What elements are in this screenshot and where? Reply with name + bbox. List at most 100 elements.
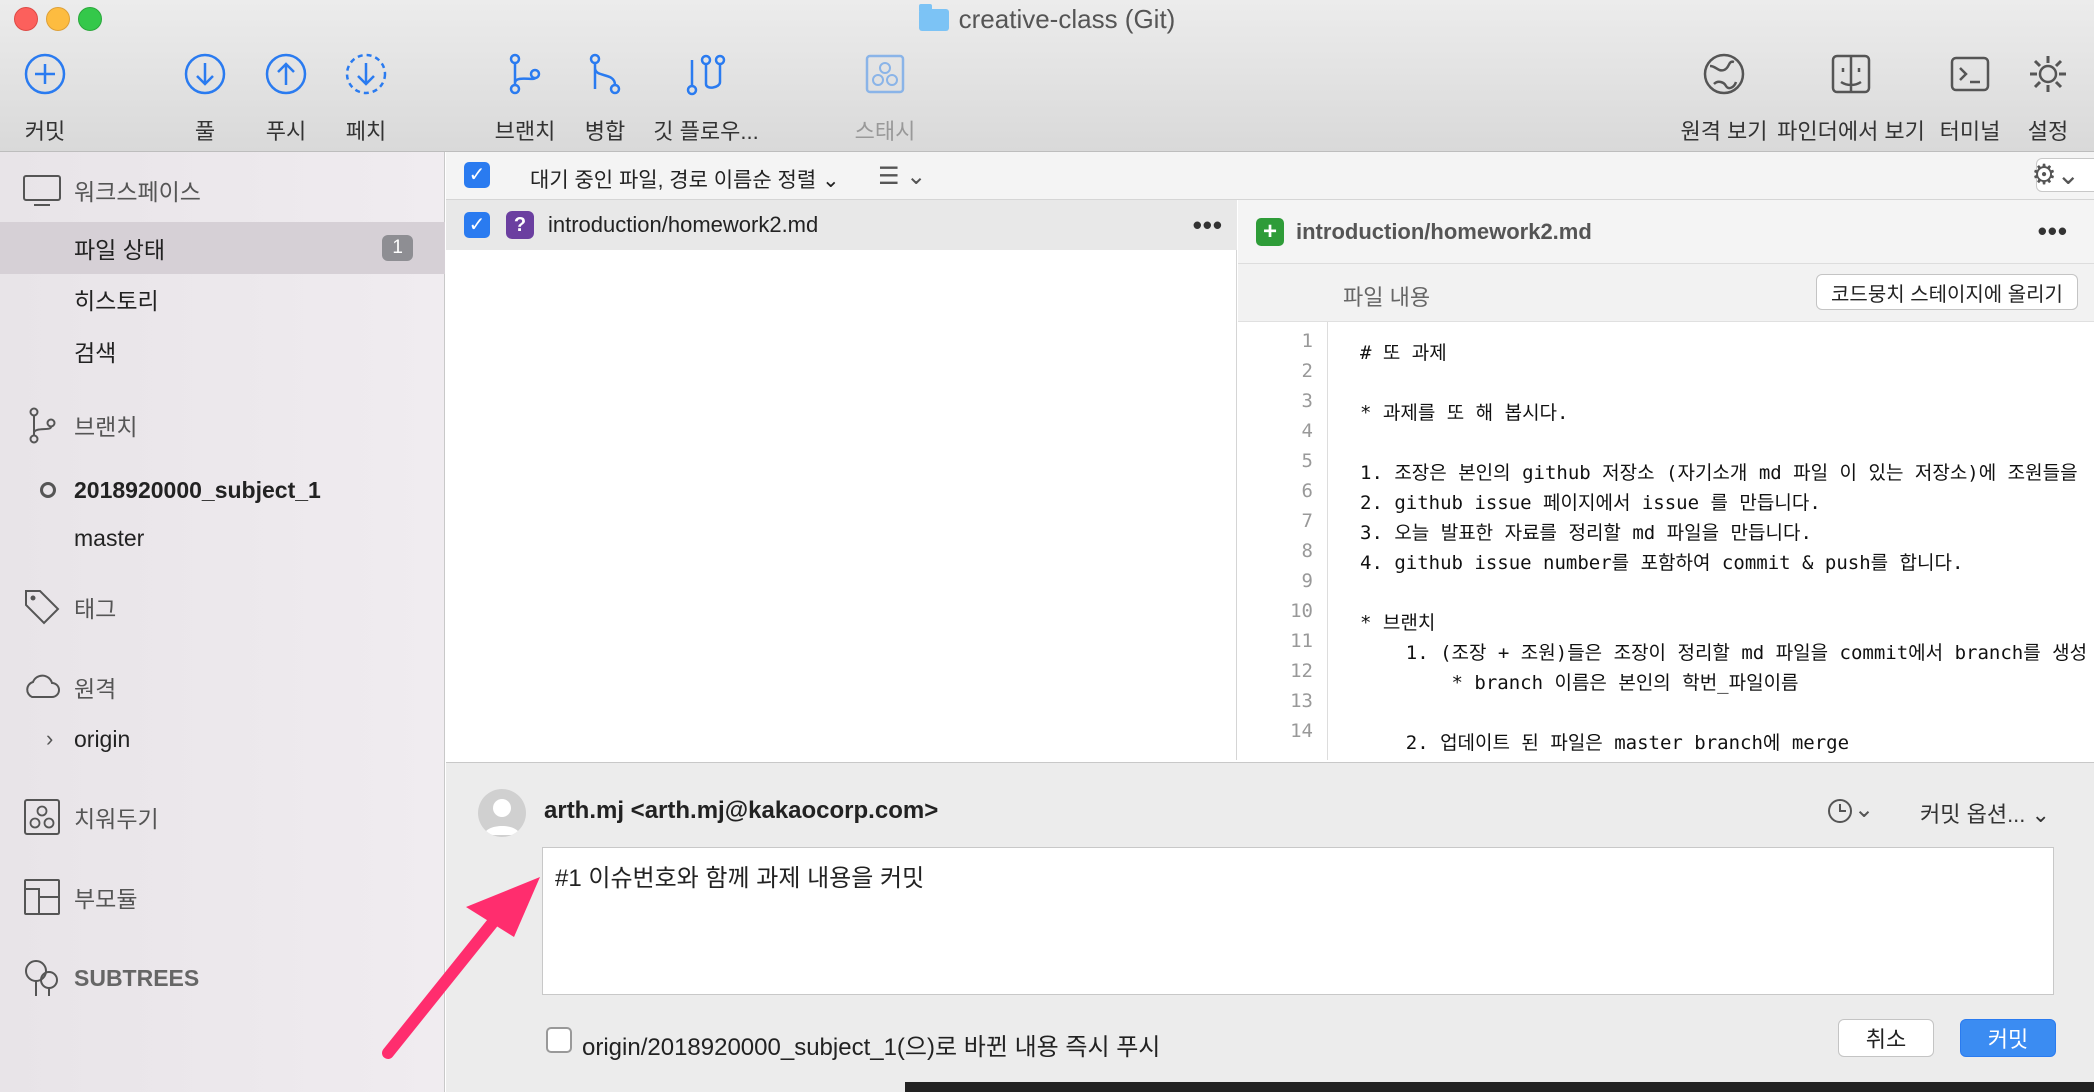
diff-file-path: introduction/homework2.md	[1296, 218, 1592, 244]
select-all-checkbox[interactable]: ✓	[464, 162, 490, 188]
code-line: 1. (조장 + 조원)들은 조장이 정리할 md 파일을 commit에서 b…	[1360, 642, 2088, 664]
commit-options-dropdown[interactable]: 커밋 옵션... ⌄	[1920, 797, 2050, 829]
plus-circle-icon	[24, 53, 66, 95]
gitflow-toolbar-button[interactable]: 깃 플로우...	[641, 50, 771, 146]
clock-icon	[1828, 798, 1852, 823]
tree-icon	[25, 960, 58, 996]
line-number: 4	[1301, 420, 1313, 442]
stash-toolbar-label: 스태시	[854, 119, 916, 144]
commit-toolbar-label: 커밋	[24, 119, 66, 144]
app-window: creative-class (Git) 커밋 풀 푸시 페치 브랜치 병합 깃…	[0, 0, 2094, 1092]
gear-icon[interactable]: ⚙⌄	[2031, 158, 2080, 191]
sidebar-item-origin[interactable]: › origin	[0, 714, 445, 764]
push-immediately-label: origin/2018920000_subject_1(으)로 바뀐 내용 즉시…	[582, 1034, 1161, 1061]
cloud-icon	[26, 674, 60, 698]
gear-icon	[2030, 56, 2066, 92]
sidebar-item-search[interactable]: 검색	[0, 326, 445, 376]
diff-pane: + introduction/homework2.md ••• 파일 내용 코드…	[1238, 200, 2094, 760]
stash-icon	[24, 799, 60, 835]
globe-icon	[1703, 53, 1745, 95]
code-line: 2. 업데이트 된 파일은 master branch에 merge	[1360, 732, 1850, 754]
list-item[interactable]: ✓ ? introduction/homework2.md •••	[446, 200, 1237, 250]
settings-toolbar-button[interactable]: 설정	[1983, 50, 2094, 146]
sidebar-item-history[interactable]: 히스토리	[0, 274, 445, 324]
settings-label: 설정	[2027, 119, 2069, 144]
sort-dropdown[interactable]: 대기 중인 파일, 경로 이름순 정렬 ⌄	[530, 164, 840, 194]
code-line: * 과제를 또 해 봅시다.	[1360, 402, 1569, 424]
line-number: 8	[1301, 540, 1313, 562]
code-line: # 또 과제	[1360, 342, 1447, 364]
commit-message-input[interactable]: #1 이슈번호와 함께 과제 내용을 커밋	[542, 847, 2054, 995]
line-number: 2	[1301, 360, 1313, 382]
remote-view-label: 원격 보기	[1680, 119, 1768, 144]
fetch-toolbar-button[interactable]: 페치	[301, 50, 431, 146]
stash-toolbar-button[interactable]: 스태시	[820, 50, 950, 146]
history-dropdown[interactable]: ⌄	[1826, 795, 1874, 825]
current-branch-marker	[40, 482, 56, 498]
sidebar-section-branches[interactable]: 브랜치	[0, 402, 445, 448]
toolbar: creative-class (Git) 커밋 풀 푸시 페치 브랜치 병합 깃…	[0, 0, 2094, 152]
code-line: 1. 조장은 본인의 github 저장소 (자기소개 md 파일 이 있는 저…	[1360, 462, 2078, 484]
line-number: 5	[1301, 450, 1313, 472]
fetch-dashed-circle-icon	[345, 53, 387, 95]
chevron-right-icon[interactable]: ›	[46, 726, 53, 752]
merge-toolbar-label: 병합	[584, 119, 626, 144]
code-line: * branch 이름은 본인의 학번_파일이름	[1360, 672, 1799, 694]
submodule-icon	[24, 879, 60, 915]
folder-icon	[918, 3, 949, 31]
line-number: 9	[1301, 570, 1313, 592]
merge-icon	[589, 53, 621, 95]
diff-more-button[interactable]: •••	[2038, 216, 2068, 247]
sidebar-item-master[interactable]: master	[0, 514, 445, 562]
remote-view-toolbar-button[interactable]: 원격 보기	[1659, 50, 1789, 146]
sidebar-section-workspace: 워크스페이스	[0, 170, 445, 210]
code-line: 4. github issue number를 포함하여 commit & pu…	[1360, 552, 1964, 574]
list-view-dropdown[interactable]: ☰ ⌄	[878, 162, 926, 191]
cancel-button[interactable]: 취소	[1838, 1019, 1934, 1057]
sidebar-section-stashes[interactable]: 치워두기	[0, 792, 445, 842]
window-title: creative-class (Git)	[958, 4, 1176, 34]
gitflow-icon	[686, 54, 726, 96]
annotation-arrow	[382, 877, 540, 1059]
monitor-icon	[23, 175, 61, 206]
titlebar: creative-class (Git)	[0, 0, 2094, 38]
finder-icon	[1831, 54, 1871, 94]
code-line: 3. 오늘 발표한 자료를 정리할 md 파일을 만듭니다.	[1360, 522, 1812, 544]
commit-author: arth.mj <arth.mj@kakaocorp.com>	[544, 797, 939, 824]
stage-hunk-button[interactable]: 코드뭉치 스테이지에 올리기	[1816, 274, 2078, 310]
staged-file-list: ✓ ? introduction/homework2.md •••	[446, 200, 1237, 760]
code-line: * 브랜치	[1360, 612, 1436, 634]
file-path: introduction/homework2.md	[548, 212, 819, 237]
line-number: 7	[1301, 510, 1313, 532]
line-number: 6	[1301, 480, 1313, 502]
hunk-header: 파일 내용 코드뭉치 스테이지에 올리기	[1238, 264, 2094, 322]
sidebar-section-remotes[interactable]: 원격	[0, 662, 445, 712]
code-line: 2. github issue 페이지에서 issue 를 만듭니다.	[1360, 492, 1821, 514]
avatar	[478, 789, 526, 837]
untracked-status-icon: ?	[506, 211, 534, 239]
line-number: 10	[1290, 600, 1313, 622]
gitflow-toolbar-label: 깃 플로우...	[653, 119, 759, 144]
tag-icon	[25, 590, 60, 625]
file-more-button[interactable]: •••	[1193, 210, 1223, 241]
line-number: 11	[1290, 630, 1313, 652]
branch-icon	[29, 407, 56, 444]
sidebar-item-current-branch[interactable]: 2018920000_subject_1	[0, 466, 445, 514]
file-list-header: ✓ 대기 중인 파일, 경로 이름순 정렬 ⌄ ☰ ⌄ 검색 ⚙⌄	[446, 152, 2094, 200]
sidebar-item-file-status[interactable]: 파일 상태 1	[0, 222, 445, 274]
line-number: 1	[1301, 330, 1313, 352]
file-status-count-badge: 1	[382, 235, 413, 261]
finder-view-toolbar-button[interactable]: 파인더에서 보기	[1777, 50, 1925, 146]
finder-view-label: 파인더에서 보기	[1777, 119, 1925, 144]
file-checkbox[interactable]: ✓	[464, 212, 490, 238]
user-icon	[484, 799, 520, 835]
pull-toolbar-label: 풀	[194, 119, 216, 144]
diff-header: + introduction/homework2.md •••	[1238, 200, 2094, 264]
line-number: 12	[1290, 660, 1313, 682]
bottom-dark-strip	[905, 1082, 2094, 1092]
line-number-gutter: 1 2 3 4 5 6 7 8 9 10 11 12 13 14	[1238, 322, 1328, 760]
commit-button[interactable]: 커밋	[1960, 1019, 2056, 1057]
commit-toolbar-button[interactable]: 커밋	[0, 50, 110, 146]
sidebar-section-tags[interactable]: 태그	[0, 582, 445, 632]
line-number: 13	[1290, 690, 1313, 712]
